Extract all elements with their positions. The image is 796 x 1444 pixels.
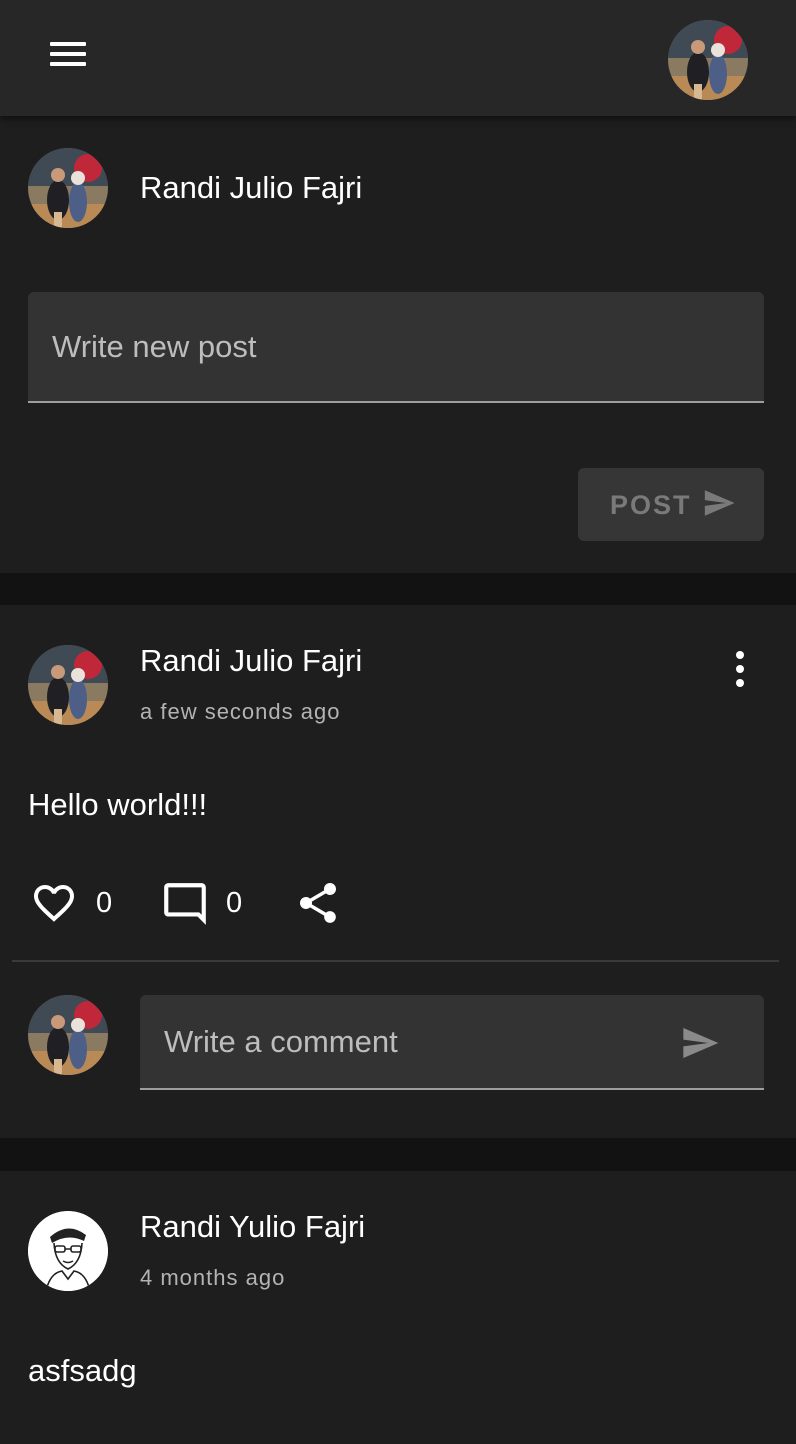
send-icon [704,490,735,516]
comment-icon[interactable] [160,879,210,929]
post-content: Hello world!!! [28,787,208,822]
composer-card: Randi Julio Fajri Write new post POST [0,116,796,573]
comment-input[interactable]: Write a comment [140,995,764,1090]
comment-avatar [28,995,108,1075]
post-timestamp: a few seconds ago [140,699,341,724]
new-post-placeholder: Write new post [52,328,257,364]
comment-placeholder: Write a comment [164,1023,398,1059]
heart-outline-icon[interactable] [30,879,78,927]
post-author-avatar[interactable] [28,1211,108,1291]
new-post-input[interactable]: Write new post [28,292,764,403]
menu-icon[interactable] [36,30,100,82]
send-icon[interactable] [676,1023,724,1063]
post-timestamp: 4 months ago [140,1265,286,1290]
composer-avatar [28,148,108,228]
post-card: Randi Julio Fajri a few seconds ago Hell… [0,605,796,1138]
post-author-name[interactable]: Randi Yulio Fajri [140,1209,365,1245]
post-card: Randi Yulio Fajri 4 months ago asfsadg [0,1171,796,1444]
post-author-avatar[interactable] [28,645,108,725]
profile-avatar[interactable] [668,20,748,100]
post-author-name[interactable]: Randi Julio Fajri [140,643,362,679]
post-content: asfsadg [28,1353,137,1388]
share-icon[interactable] [294,879,342,927]
post-button-label: POST [610,490,692,520]
composer-user-name: Randi Julio Fajri [140,170,363,205]
post-divider [12,960,779,962]
like-count: 0 [96,887,113,919]
comment-count: 0 [226,887,243,919]
app-bar [0,0,796,116]
post-button[interactable]: POST [578,468,764,541]
more-vert-icon[interactable] [716,645,764,693]
